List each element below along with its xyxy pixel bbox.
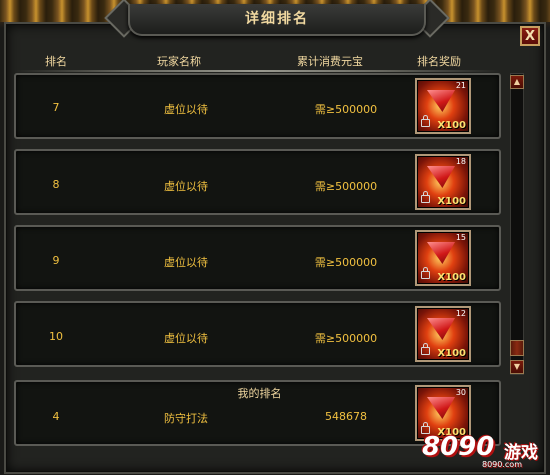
spent-cell: 需≥500000 [314, 180, 378, 193]
lock-icon [421, 115, 430, 127]
red-gem-icon [427, 242, 455, 264]
reward-item[interactable]: 12 X100 [415, 306, 471, 362]
reward-quantity: X100 [437, 348, 466, 359]
header-rank: 排名 [45, 55, 67, 68]
rank-cell: 7 [52, 101, 60, 114]
reward-quantity: X100 [437, 120, 466, 131]
watermark-url: 8090.com [482, 460, 522, 469]
table-row: 8 虚位以待 需≥500000 18 X100 [14, 149, 501, 215]
rank-cell: 8 [52, 178, 60, 191]
reward-count: 30 [455, 388, 466, 397]
lock-icon [421, 267, 430, 279]
my-player-cell: 防守打法 [164, 412, 208, 425]
scroll-down-button[interactable]: ▼ [510, 360, 524, 374]
red-gem-icon [427, 397, 455, 419]
player-cell: 虚位以待 [164, 256, 208, 269]
site-watermark-logo: 8090 游戏 8090.com [420, 430, 550, 472]
my-spent-cell: 548678 [325, 410, 367, 423]
my-rank-cell: 4 [52, 410, 60, 423]
player-cell: 虚位以待 [164, 332, 208, 345]
table-row: 7 虚位以待 需≥500000 21 X100 [14, 73, 501, 139]
header-reward: 排名奖励 [417, 55, 461, 68]
scroll-up-button[interactable]: ▲ [510, 75, 524, 89]
spent-cell: 需≥500000 [314, 103, 378, 116]
reward-count: 15 [455, 233, 466, 242]
reward-item[interactable]: 15 X100 [415, 230, 471, 286]
rank-cell: 9 [52, 254, 60, 267]
reward-count: 21 [455, 81, 466, 90]
table-row: 9 虚位以待 需≥500000 15 X100 [14, 225, 501, 291]
reward-item[interactable]: 21 X100 [415, 78, 471, 134]
dialog-title: 详细排名 [128, 4, 426, 36]
player-cell: 虚位以待 [164, 180, 208, 193]
watermark-number: 8090 [422, 432, 495, 462]
red-gem-icon [427, 90, 455, 112]
red-gem-icon [427, 166, 455, 188]
header-player: 玩家名称 [157, 55, 201, 68]
reward-count: 12 [455, 309, 466, 318]
reward-count: 18 [455, 157, 466, 166]
spent-cell: 需≥500000 [314, 332, 378, 345]
spent-cell: 需≥500000 [314, 256, 378, 269]
player-cell: 虚位以待 [164, 103, 208, 116]
close-button[interactable]: X [520, 26, 540, 46]
scrollbar-track[interactable] [510, 73, 524, 375]
table-header: 排名 玩家名称 累计消费元宝 排名奖励 [14, 53, 500, 69]
lock-icon [421, 343, 430, 355]
scrollbar-thumb[interactable] [510, 340, 524, 356]
rank-cell: 10 [49, 330, 63, 343]
reward-item[interactable]: 18 X100 [415, 154, 471, 210]
lock-icon [421, 191, 430, 203]
header-divider [14, 70, 500, 72]
reward-quantity: X100 [437, 196, 466, 207]
table-row: 10 虚位以待 需≥500000 12 X100 [14, 301, 501, 367]
header-spent: 累计消费元宝 [297, 55, 363, 68]
reward-quantity: X100 [437, 272, 466, 283]
red-gem-icon [427, 318, 455, 340]
